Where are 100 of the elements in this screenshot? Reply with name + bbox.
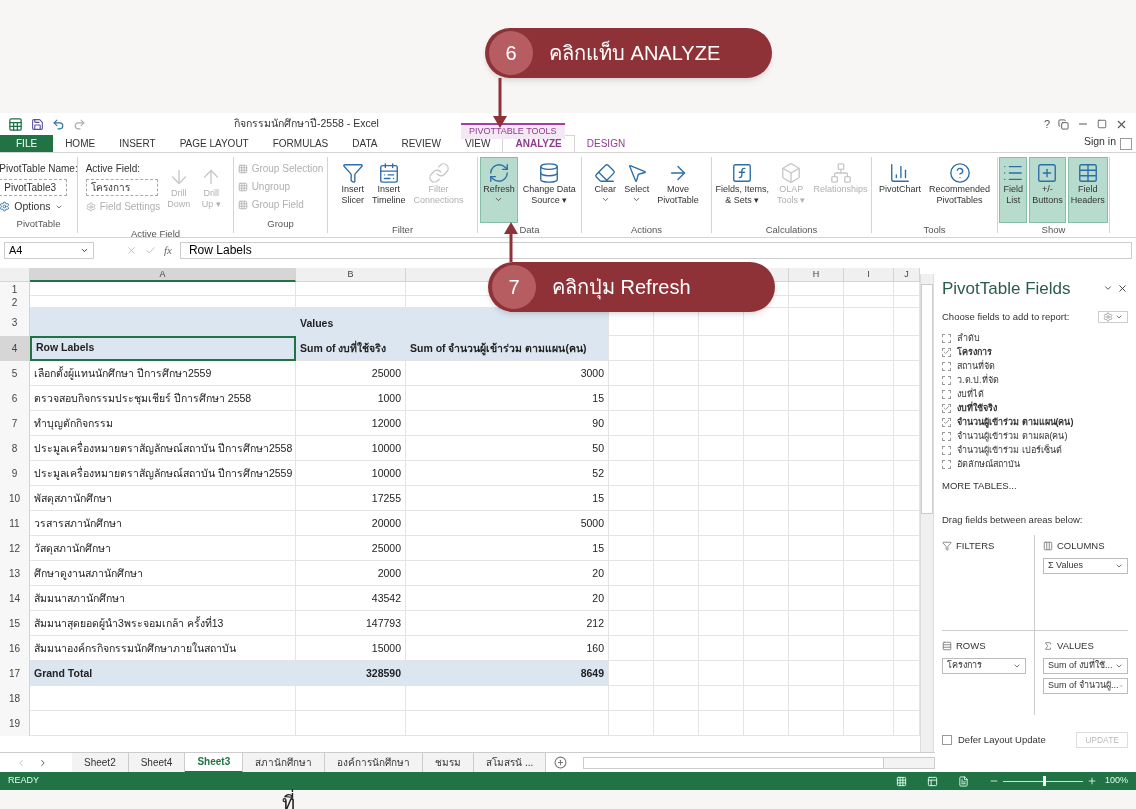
maximize-icon[interactable] [1097, 119, 1107, 129]
add-sheet-icon[interactable] [554, 756, 568, 769]
grid-cell[interactable] [789, 636, 844, 661]
grid-cell[interactable] [789, 308, 844, 336]
grid-cell[interactable] [744, 411, 789, 436]
column-header[interactable]: I [844, 268, 894, 282]
scroll-right-icon[interactable] [38, 757, 48, 768]
grid-cell[interactable] [699, 411, 744, 436]
row-number[interactable]: 5 [0, 361, 30, 386]
grid-cell[interactable] [654, 661, 699, 686]
ribbon-button[interactable]: Recommended PivotTables [926, 157, 994, 223]
table-cell[interactable]: 15 [406, 486, 609, 511]
grid-cell[interactable] [30, 686, 296, 711]
row-number[interactable]: 11 [0, 511, 30, 536]
area-field-item[interactable]: Sum of จำนวนผู้... [1043, 677, 1128, 694]
grid-cell[interactable] [744, 661, 789, 686]
grid-cell[interactable] [654, 511, 699, 536]
formula-input[interactable]: Row Labels [179, 241, 1132, 259]
grid-cell[interactable] [296, 282, 406, 296]
grid-cell[interactable] [609, 486, 654, 511]
grid-cell[interactable] [406, 711, 609, 736]
grid-cell[interactable] [654, 586, 699, 611]
grid-cell[interactable] [844, 296, 894, 308]
grid-cell[interactable] [654, 336, 699, 361]
ribbon-button[interactable]: +/- Buttons [1029, 157, 1066, 223]
name-box[interactable]: A4 [4, 241, 94, 259]
field-checkbox[interactable] [942, 389, 951, 399]
table-cell[interactable]: วัสดุสภานักศึกษา [30, 536, 296, 561]
grid-cell[interactable] [789, 561, 844, 586]
grid-cell[interactable] [609, 586, 654, 611]
field-checkbox[interactable] [942, 403, 951, 413]
ribbon-display-icon[interactable] [1058, 118, 1069, 130]
row-number[interactable]: 18 [0, 686, 30, 711]
ribbon-button[interactable]: Fields, Items, & Sets ▾ [712, 157, 772, 223]
file-tab[interactable]: FILE [0, 135, 54, 152]
table-cell[interactable]: สัมมนาสภานักศึกษา [30, 586, 296, 611]
ribbon-tab[interactable]: REVIEW [389, 135, 453, 152]
table-cell[interactable]: 25000 [296, 536, 406, 561]
redo-icon[interactable] [73, 117, 86, 131]
sheet-tab[interactable]: องค์การนักศึกษา [325, 752, 424, 773]
row-number[interactable]: 3 [0, 308, 30, 336]
normal-view-icon[interactable] [895, 775, 907, 787]
grid-cell[interactable] [744, 361, 789, 386]
row-number[interactable]: 6 [0, 386, 30, 411]
grid-cell[interactable] [296, 686, 406, 711]
grid-cell[interactable] [699, 711, 744, 736]
grid-cell[interactable] [609, 361, 654, 386]
table-cell[interactable]: 52 [406, 461, 609, 486]
grid-cell[interactable] [699, 686, 744, 711]
grid-cell[interactable] [789, 296, 844, 308]
table-cell[interactable]: ตรวจสอบกิจกรรมประชุมเชียร์ ปีการศึกษา 2558 [30, 386, 296, 411]
row-number[interactable]: 17 [0, 661, 30, 686]
table-cell[interactable]: 3000 [406, 361, 609, 386]
grid-cell[interactable] [789, 486, 844, 511]
grid-cell[interactable] [654, 411, 699, 436]
row-number[interactable]: 14 [0, 586, 30, 611]
grid-cell[interactable] [699, 336, 744, 361]
grid-cell[interactable] [789, 536, 844, 561]
field-checkbox[interactable] [942, 375, 951, 385]
grid-cell[interactable] [654, 686, 699, 711]
table-cell[interactable]: 17255 [296, 486, 406, 511]
grid-cell[interactable] [609, 611, 654, 636]
grid-cell[interactable] [744, 536, 789, 561]
grid-cell[interactable] [789, 411, 844, 436]
grid-cell[interactable] [30, 308, 296, 336]
grid-cell[interactable] [654, 486, 699, 511]
ribbon-button[interactable]: Field Headers [1067, 157, 1108, 223]
grid-cell[interactable] [699, 361, 744, 386]
grid-cell[interactable] [844, 411, 894, 436]
settings-button[interactable] [1098, 310, 1128, 323]
grid-cell[interactable] [844, 436, 894, 461]
ribbon-tab[interactable]: HOME [53, 135, 108, 152]
grid-cell[interactable] [844, 386, 894, 411]
field-checkbox[interactable] [942, 361, 951, 371]
grid-cell[interactable] [609, 436, 654, 461]
function-button[interactable]: fx [164, 241, 172, 259]
sheet-tab[interactable]: Sheet4 [128, 752, 186, 773]
ribbon-button[interactable]: Move PivotTable [654, 157, 702, 223]
grid-cell[interactable] [654, 386, 699, 411]
row-number[interactable]: 1 [0, 282, 30, 296]
grid-cell[interactable] [844, 561, 894, 586]
table-cell[interactable]: 147793 [296, 611, 406, 636]
grid-cell[interactable] [789, 711, 844, 736]
grid-cell[interactable] [654, 536, 699, 561]
defer-checkbox[interactable] [942, 735, 952, 745]
row-number[interactable]: 16 [0, 636, 30, 661]
field-checkbox[interactable] [942, 445, 951, 455]
pivot-header-cell[interactable]: Row Labels [30, 336, 296, 361]
grid-cell[interactable] [609, 536, 654, 561]
column-header[interactable]: B [296, 268, 406, 282]
ribbon-button[interactable]: Insert Timeline [368, 157, 409, 223]
grid-cell[interactable] [789, 282, 844, 296]
row-number[interactable]: 2 [0, 296, 30, 308]
ribbon-tab[interactable]: INSERT [107, 135, 168, 152]
grid-cell[interactable] [654, 611, 699, 636]
ribbon-tab[interactable]: DATA [340, 135, 390, 152]
ribbon-button[interactable]: PivotChart [875, 157, 924, 223]
pivot-header-cell[interactable]: Sum of จำนวนผู้เข้าร่วม ตามแผน(คน) [406, 336, 609, 361]
table-cell[interactable]: 15 [406, 386, 609, 411]
grid-cell[interactable] [789, 336, 844, 361]
